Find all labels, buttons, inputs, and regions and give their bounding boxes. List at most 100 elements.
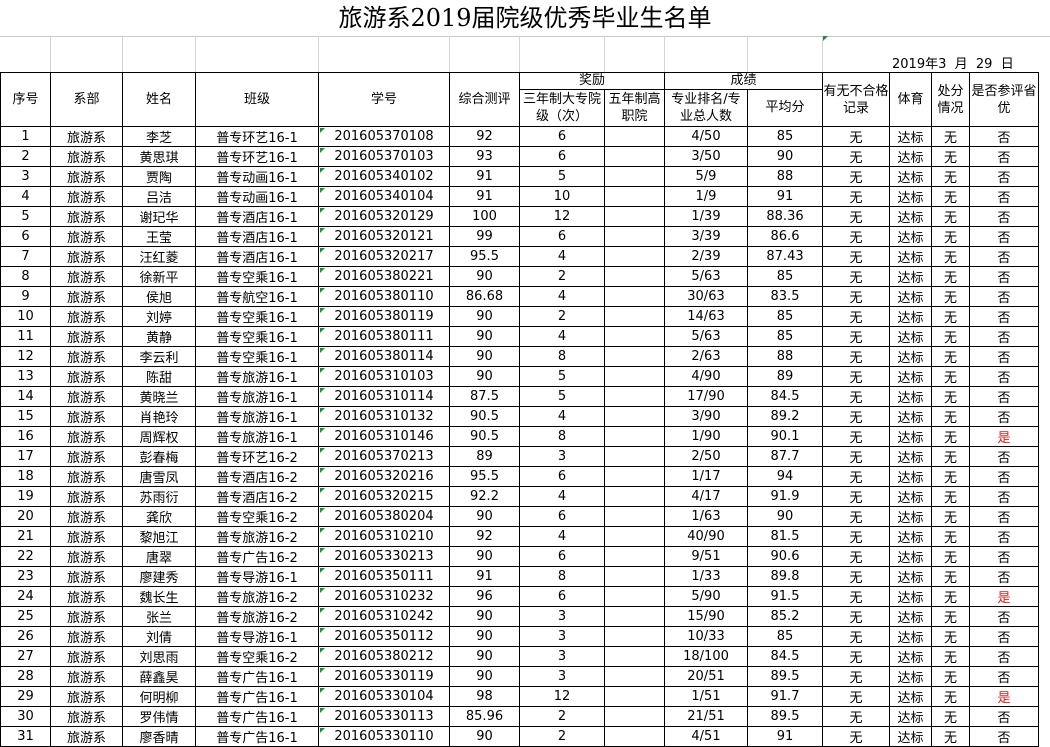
cell-avg[interactable]: 89.2 xyxy=(747,406,823,427)
cell-dept[interactable]: 旅游系 xyxy=(50,426,123,447)
cell-sid[interactable]: 201605380114 xyxy=(318,346,450,367)
cell-award3[interactable]: 2 xyxy=(519,266,605,287)
cell-seq[interactable]: 8 xyxy=(0,266,51,287)
cell-name[interactable]: 龚欣 xyxy=(122,506,196,527)
cell-sid[interactable]: 201605330104 xyxy=(318,686,450,707)
cell-rank[interactable]: 9/51 xyxy=(664,546,748,567)
cell-award5[interactable] xyxy=(604,526,665,547)
cell-rank[interactable]: 1/51 xyxy=(664,686,748,707)
cell-pe[interactable]: 达标 xyxy=(889,246,932,267)
cell-avg[interactable]: 94 xyxy=(747,466,823,487)
header-award-3yr[interactable]: 三年制大专院级（次） xyxy=(519,89,605,127)
cell-sid[interactable]: 201605330113 xyxy=(318,706,450,727)
cell-fail[interactable]: 无 xyxy=(822,626,890,647)
cell-score[interactable]: 91 xyxy=(449,186,520,207)
cell-dept[interactable]: 旅游系 xyxy=(50,506,123,527)
cell-award3[interactable]: 2 xyxy=(519,706,605,727)
cell-fail[interactable]: 无 xyxy=(822,446,890,467)
cell-prov[interactable]: 否 xyxy=(969,386,1039,407)
cell-seq[interactable]: 5 xyxy=(0,206,51,227)
cell-score[interactable]: 99 xyxy=(449,226,520,247)
header-dept[interactable]: 系部 xyxy=(50,72,123,127)
cell-avg[interactable]: 85 xyxy=(747,626,823,647)
header-grades[interactable]: 成绩 xyxy=(664,72,823,90)
cell-punish[interactable]: 无 xyxy=(931,666,970,687)
cell-rank[interactable]: 17/90 xyxy=(664,386,748,407)
cell-fail[interactable]: 无 xyxy=(822,246,890,267)
cell-sid[interactable]: 201605370108 xyxy=(318,126,450,147)
cell-avg[interactable]: 90.6 xyxy=(747,546,823,567)
cell-score[interactable]: 96 xyxy=(449,586,520,607)
cell-sid[interactable]: 201605380221 xyxy=(318,266,450,287)
cell-pe[interactable]: 达标 xyxy=(889,126,932,147)
cell-award5[interactable] xyxy=(604,426,665,447)
cell-seq[interactable]: 29 xyxy=(0,686,51,707)
cell-award5[interactable] xyxy=(604,226,665,247)
cell-award3[interactable]: 4 xyxy=(519,246,605,267)
cell-award3[interactable]: 3 xyxy=(519,626,605,647)
cell-name[interactable]: 彭春梅 xyxy=(122,446,196,467)
cell-dept[interactable]: 旅游系 xyxy=(50,326,123,347)
cell-award3[interactable]: 2 xyxy=(519,726,605,747)
cell-dept[interactable]: 旅游系 xyxy=(50,166,123,187)
cell-award3[interactable]: 6 xyxy=(519,586,605,607)
cell-class[interactable]: 普专空乘16-1 xyxy=(195,346,319,367)
cell-dept[interactable]: 旅游系 xyxy=(50,566,123,587)
header-award-5yr[interactable]: 五年制高职院 xyxy=(604,89,665,127)
cell-rank[interactable]: 4/90 xyxy=(664,366,748,387)
cell-score[interactable]: 98 xyxy=(449,686,520,707)
cell-dept[interactable]: 旅游系 xyxy=(50,446,123,467)
cell-score[interactable]: 92 xyxy=(449,526,520,547)
cell-avg[interactable]: 86.6 xyxy=(747,226,823,247)
cell-score[interactable]: 95.5 xyxy=(449,246,520,267)
cell-seq[interactable]: 31 xyxy=(0,726,51,747)
cell-prov[interactable]: 否 xyxy=(969,486,1039,507)
cell-fail[interactable]: 无 xyxy=(822,186,890,207)
cell-pe[interactable]: 达标 xyxy=(889,566,932,587)
cell-dept[interactable]: 旅游系 xyxy=(50,146,123,167)
cell-score[interactable]: 95.5 xyxy=(449,466,520,487)
cell-award5[interactable] xyxy=(604,186,665,207)
cell-score[interactable]: 90 xyxy=(449,626,520,647)
header-student-id[interactable]: 学号 xyxy=(318,72,450,127)
cell-seq[interactable]: 12 xyxy=(0,346,51,367)
cell-dept[interactable]: 旅游系 xyxy=(50,666,123,687)
cell-award3[interactable]: 4 xyxy=(519,526,605,547)
cell-score[interactable]: 91 xyxy=(449,166,520,187)
cell-rank[interactable]: 14/63 xyxy=(664,306,748,327)
cell-name[interactable]: 何明柳 xyxy=(122,686,196,707)
cell-avg[interactable]: 83.5 xyxy=(747,286,823,307)
cell-prov[interactable]: 否 xyxy=(969,286,1039,307)
cell-fail[interactable]: 无 xyxy=(822,546,890,567)
cell-punish[interactable]: 无 xyxy=(931,326,970,347)
cell-rank[interactable]: 1/33 xyxy=(664,566,748,587)
cell-fail[interactable]: 无 xyxy=(822,266,890,287)
cell-avg[interactable]: 91.5 xyxy=(747,586,823,607)
cell-name[interactable]: 王莹 xyxy=(122,226,196,247)
cell-fail[interactable]: 无 xyxy=(822,126,890,147)
cell-punish[interactable]: 无 xyxy=(931,406,970,427)
cell-seq[interactable]: 13 xyxy=(0,366,51,387)
cell-class[interactable]: 普专旅游16-1 xyxy=(195,386,319,407)
date-row[interactable]: 2019年3 月 29 日 xyxy=(0,36,1050,72)
cell-score[interactable]: 90 xyxy=(449,346,520,367)
cell-prov[interactable]: 否 xyxy=(969,126,1039,147)
cell-prov[interactable]: 否 xyxy=(969,666,1039,687)
cell-dept[interactable]: 旅游系 xyxy=(50,686,123,707)
cell-class[interactable]: 普专空乘16-1 xyxy=(195,326,319,347)
cell-dept[interactable]: 旅游系 xyxy=(50,626,123,647)
cell-pe[interactable]: 达标 xyxy=(889,726,932,747)
cell-sid[interactable]: 201605380110 xyxy=(318,286,450,307)
cell-rank[interactable]: 5/63 xyxy=(664,326,748,347)
cell-award3[interactable]: 6 xyxy=(519,466,605,487)
cell-prov[interactable]: 否 xyxy=(969,446,1039,467)
cell-punish[interactable]: 无 xyxy=(931,126,970,147)
cell-score[interactable]: 90 xyxy=(449,366,520,387)
cell-name[interactable]: 苏雨衍 xyxy=(122,486,196,507)
cell-award5[interactable] xyxy=(604,346,665,367)
cell-rank[interactable]: 10/33 xyxy=(664,626,748,647)
cell-punish[interactable]: 无 xyxy=(931,206,970,227)
cell-name[interactable]: 刘倩 xyxy=(122,626,196,647)
cell-score[interactable]: 100 xyxy=(449,206,520,227)
cell-fail[interactable]: 无 xyxy=(822,366,890,387)
